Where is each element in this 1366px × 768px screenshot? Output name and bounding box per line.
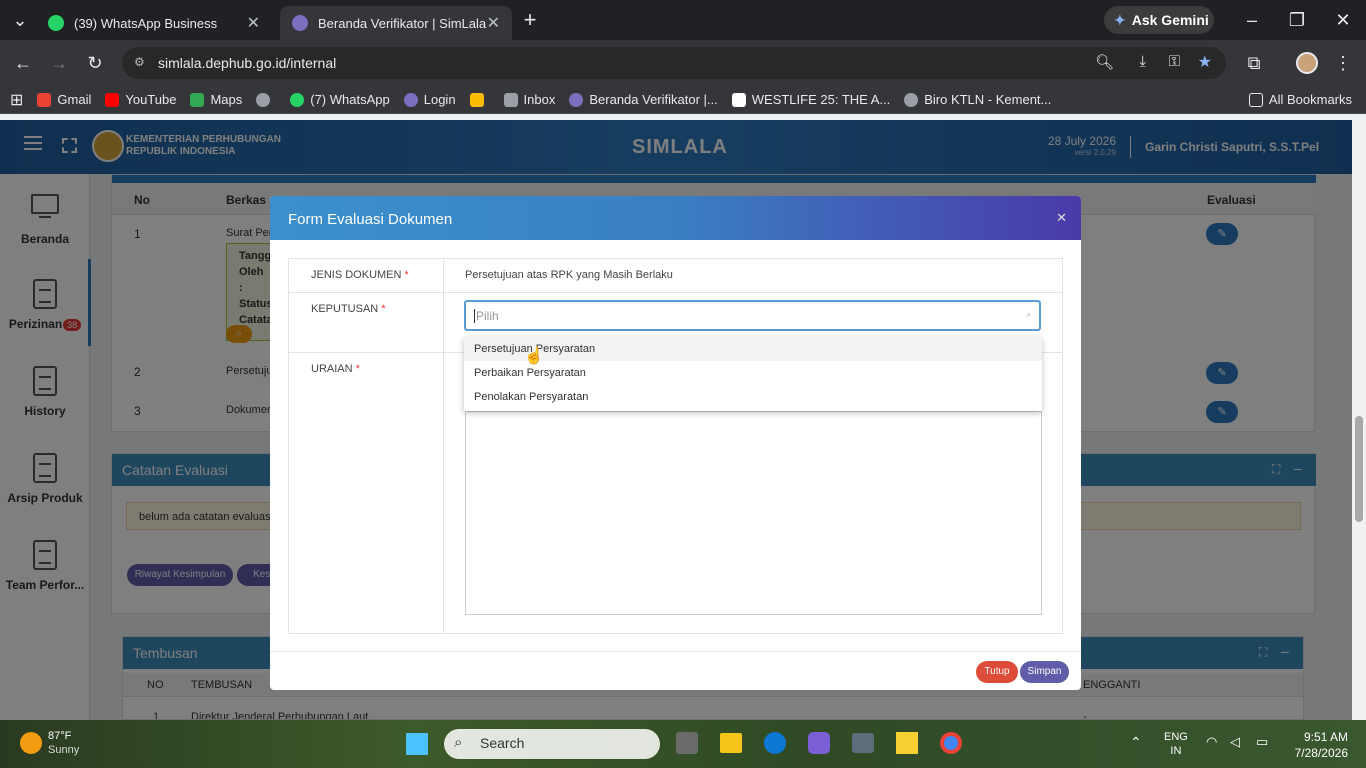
gemini-label: Ask Gemini	[1131, 12, 1209, 28]
zoom-icon[interactable]: 🔍︎	[1095, 53, 1114, 71]
gemini-icon: ✦	[1114, 11, 1126, 28]
bookmarks-bar: ⊞ Gmail YouTube Maps (7) WhatsApp Login …	[0, 86, 1366, 114]
password-key-icon[interactable]: ⚿	[1169, 53, 1180, 70]
form-evaluasi-modal: Form Evaluasi Dokumen ✕ JENIS DOKUMEN * …	[270, 196, 1081, 690]
tab-search-icon[interactable]: ⌄	[8, 8, 32, 32]
apps-grid-icon[interactable]: ⊞	[10, 90, 23, 110]
file-explorer-icon[interactable]	[720, 733, 742, 753]
bookmark-login[interactable]: Login	[403, 92, 456, 107]
taskbar: 87°F Sunny ⌕ Search ⌃ ENG IN ◠ ◁ ▭ 9:51 AM…	[0, 720, 1366, 768]
reload-icon[interactable]: ↻	[83, 51, 107, 75]
uraian-label: URAIAN *	[311, 363, 360, 375]
address-bar[interactable]: ⚙ simlala.dephub.go.id/internal 🔍︎ ⤓ ⚿ ★	[122, 47, 1226, 79]
url-text: simlala.dephub.go.id/internal	[158, 55, 337, 71]
all-bookmarks[interactable]: All Bookmarks	[1248, 92, 1352, 107]
bookmark-inbox[interactable]: Inbox	[503, 92, 555, 107]
install-icon[interactable]: ⤓	[1139, 53, 1146, 70]
back-icon[interactable]: ←	[11, 51, 35, 75]
modal-title: Form Evaluasi Dokumen	[288, 211, 453, 228]
close-tab-icon[interactable]: ✕	[487, 13, 500, 33]
tab-title: (39) WhatsApp Business	[74, 15, 218, 31]
new-tab-icon[interactable]: +	[518, 8, 542, 32]
task-view-icon[interactable]	[676, 732, 698, 754]
tab-strip: ⌄ (39) WhatsApp Business ✕ Beranda Verif…	[0, 0, 1366, 40]
taskbar-search[interactable]: ⌕ Search	[444, 729, 660, 759]
bookmark-whatsapp[interactable]: (7) WhatsApp	[290, 92, 390, 107]
weather-widget[interactable]: 87°F Sunny	[48, 729, 79, 757]
chrome-icon[interactable]	[940, 732, 962, 754]
keputusan-dropdown: Persetujuan Persyaratan Perbaikan Persya…	[464, 337, 1042, 411]
app-icon[interactable]	[808, 732, 830, 754]
windows-start-icon[interactable]	[406, 733, 428, 755]
edge-icon[interactable]	[764, 732, 786, 754]
ask-gemini-button[interactable]: ✦ Ask Gemini	[1104, 6, 1214, 34]
sticky-notes-icon[interactable]	[896, 732, 918, 754]
jenis-dokumen-value: Persetujuan atas RPK yang Masih Berlaku	[465, 269, 673, 281]
page-scrollbar[interactable]	[1352, 120, 1366, 720]
bookmark-photos[interactable]	[469, 92, 490, 107]
profile-avatar[interactable]	[1296, 52, 1318, 74]
forward-icon[interactable]: →	[47, 51, 71, 75]
tab-simlala[interactable]: Beranda Verifikator | SimLala ✕	[280, 6, 512, 40]
tab-title: Beranda Verifikator | SimLala	[318, 15, 487, 31]
bookmark-beranda[interactable]: Beranda Verifikator |...	[569, 92, 718, 107]
bookmark-globe[interactable]	[256, 92, 276, 107]
volume-icon[interactable]: ◁	[1230, 734, 1240, 750]
tutup-button[interactable]: Tutup	[976, 661, 1018, 683]
bookmark-westlife[interactable]: WESTLIFE 25: THE A...	[731, 92, 890, 107]
camera-icon[interactable]	[852, 733, 874, 753]
minimize-icon[interactable]: –	[1240, 8, 1264, 32]
modal-header: Form Evaluasi Dokumen ✕	[270, 196, 1081, 240]
menu-icon[interactable]: ⋮	[1331, 51, 1355, 75]
clock[interactable]: 9:51 AM 7/28/2026	[1290, 729, 1348, 761]
simpan-button[interactable]: Simpan	[1020, 661, 1069, 683]
language-indicator[interactable]: ENG IN	[1164, 730, 1188, 758]
bookmark-maps[interactable]: Maps	[190, 92, 242, 107]
site-info-icon[interactable]: ⚙	[134, 55, 145, 69]
search-icon: ⌕	[454, 734, 463, 751]
option-persetujuan[interactable]: Persetujuan Persyaratan	[464, 337, 1042, 361]
jenis-dokumen-label: JENIS DOKUMEN *	[311, 269, 409, 281]
tab-whatsapp[interactable]: (39) WhatsApp Business ✕	[36, 6, 272, 40]
close-tab-icon[interactable]: ✕	[247, 13, 260, 33]
close-icon[interactable]: ✕	[1056, 210, 1067, 226]
bookmark-biro[interactable]: Biro KTLN - Kement...	[904, 92, 1051, 107]
bookmark-gmail[interactable]: Gmail	[37, 92, 91, 107]
sun-icon	[20, 732, 42, 754]
extensions-icon[interactable]: ⧉	[1242, 51, 1266, 75]
tray-chevron-icon[interactable]: ⌃	[1130, 734, 1142, 751]
option-penolakan[interactable]: Penolakan Persyaratan	[464, 385, 1042, 409]
keputusan-label: KEPUTUSAN *	[311, 303, 386, 315]
select-placeholder: Pilih	[474, 309, 499, 323]
scroll-thumb[interactable]	[1355, 416, 1363, 522]
wifi-icon[interactable]: ◠	[1206, 734, 1217, 750]
bookmark-youtube[interactable]: YouTube	[105, 92, 176, 107]
uraian-textarea[interactable]	[465, 411, 1042, 615]
close-window-icon[interactable]: ✕	[1331, 8, 1355, 32]
keputusan-select[interactable]: Pilih ⌕	[464, 300, 1041, 331]
option-perbaikan[interactable]: Perbaikan Persyaratan	[464, 361, 1042, 385]
mouse-cursor-icon: ☝	[524, 348, 544, 365]
bookmark-star-icon[interactable]: ★	[1198, 52, 1212, 72]
whatsapp-icon	[48, 15, 64, 31]
maximize-icon[interactable]: ❐	[1285, 8, 1309, 32]
search-icon: ⌕	[1025, 309, 1031, 319]
simlala-icon	[292, 15, 308, 31]
battery-icon[interactable]: ▭	[1256, 734, 1268, 750]
